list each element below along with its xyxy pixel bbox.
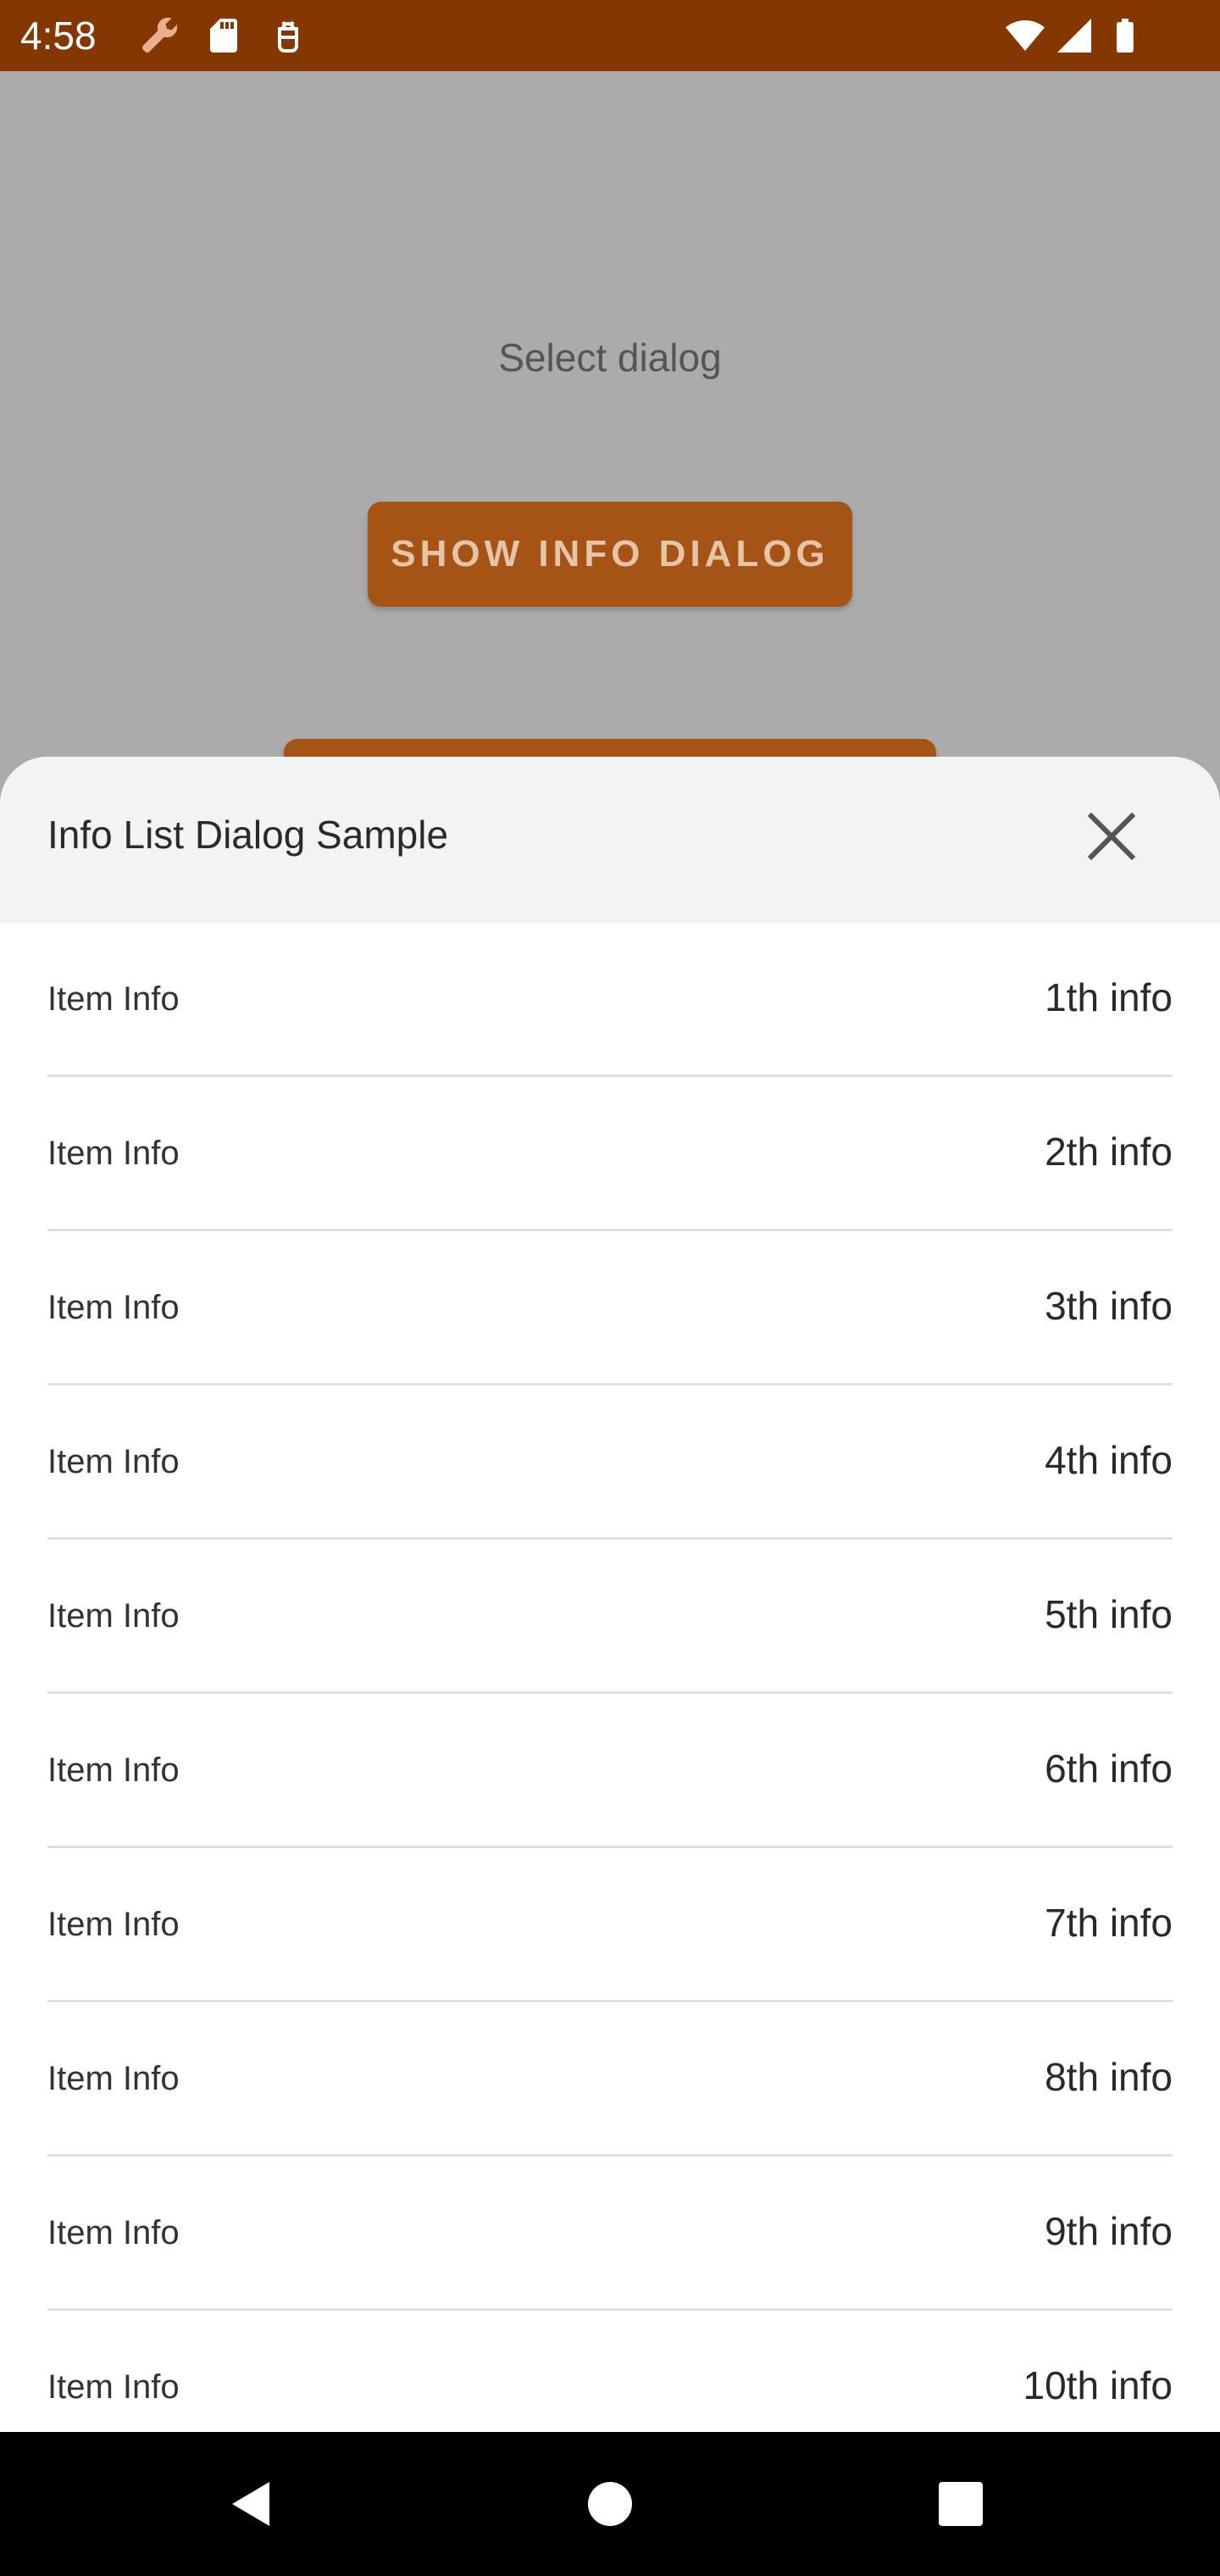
status-time: 4:58 bbox=[20, 14, 97, 58]
home-circle-icon bbox=[588, 2482, 632, 2526]
item-label: Item Info bbox=[47, 1289, 180, 1326]
item-label: Item Info bbox=[47, 1906, 180, 1943]
item-value: 3th info bbox=[1045, 1284, 1173, 1328]
status-bar: 4:58 bbox=[0, 0, 1220, 71]
navigation-bar bbox=[0, 2432, 1220, 2576]
list-item: Item Info 1th info bbox=[0, 923, 1220, 1077]
recents-square-icon bbox=[939, 2482, 983, 2526]
item-label: Item Info bbox=[47, 2214, 180, 2251]
wrench-icon bbox=[139, 15, 180, 56]
back-triangle-icon bbox=[232, 2482, 269, 2526]
show-info-dialog-button[interactable]: SHOW INFO DIALOG bbox=[368, 502, 852, 607]
close-icon bbox=[1087, 812, 1136, 861]
home-button[interactable] bbox=[576, 2470, 644, 2538]
item-value: 1th info bbox=[1045, 975, 1173, 1019]
battery-icon bbox=[1105, 15, 1145, 56]
list-item: Item Info 2th info bbox=[0, 1077, 1220, 1231]
info-list-dialog: Info List Dialog Sample Item Info 1th in… bbox=[0, 757, 1220, 2432]
item-value: 9th info bbox=[1045, 2209, 1173, 2253]
screen-title: Select dialog bbox=[498, 336, 722, 380]
item-label: Item Info bbox=[47, 2368, 180, 2406]
back-button[interactable] bbox=[220, 2470, 288, 2538]
debug-icon bbox=[268, 15, 308, 56]
list-item: Item Info 5th info bbox=[0, 1540, 1220, 1694]
signal-icon bbox=[1054, 15, 1095, 56]
item-value: 8th info bbox=[1045, 2055, 1173, 2099]
item-value: 5th info bbox=[1045, 1592, 1173, 1636]
dialog-header: Info List Dialog Sample bbox=[0, 757, 1220, 923]
list-item: Item Info 8th info bbox=[0, 2002, 1220, 2157]
item-label: Item Info bbox=[47, 1597, 180, 1635]
item-value: 4th info bbox=[1045, 1438, 1173, 1482]
item-label: Item Info bbox=[47, 1752, 180, 1789]
list-item: Item Info 3th info bbox=[0, 1231, 1220, 1385]
item-value: 2th info bbox=[1045, 1130, 1173, 1174]
item-label: Item Info bbox=[47, 980, 180, 1018]
item-label: Item Info bbox=[47, 1443, 180, 1480]
item-label: Item Info bbox=[47, 2060, 180, 2097]
list-item: Item Info 9th info bbox=[0, 2157, 1220, 2311]
close-button[interactable] bbox=[1069, 794, 1154, 879]
list-item: Item Info 4th info bbox=[0, 1385, 1220, 1540]
item-value: 10th info bbox=[1023, 2363, 1173, 2407]
sd-card-icon bbox=[203, 15, 244, 56]
item-value: 6th info bbox=[1045, 1746, 1173, 1790]
item-label: Item Info bbox=[47, 1135, 180, 1172]
wifi-icon bbox=[1005, 15, 1045, 56]
recents-button[interactable] bbox=[927, 2470, 995, 2538]
list-item: Item Info 7th info bbox=[0, 1848, 1220, 2002]
info-list[interactable]: Item Info 1th info Item Info 2th info It… bbox=[0, 923, 1220, 2432]
list-item: Item Info 10th info bbox=[0, 2311, 1220, 2432]
dialog-title: Info List Dialog Sample bbox=[47, 813, 449, 857]
list-item: Item Info 6th info bbox=[0, 1694, 1220, 1848]
item-value: 7th info bbox=[1045, 1901, 1173, 1945]
